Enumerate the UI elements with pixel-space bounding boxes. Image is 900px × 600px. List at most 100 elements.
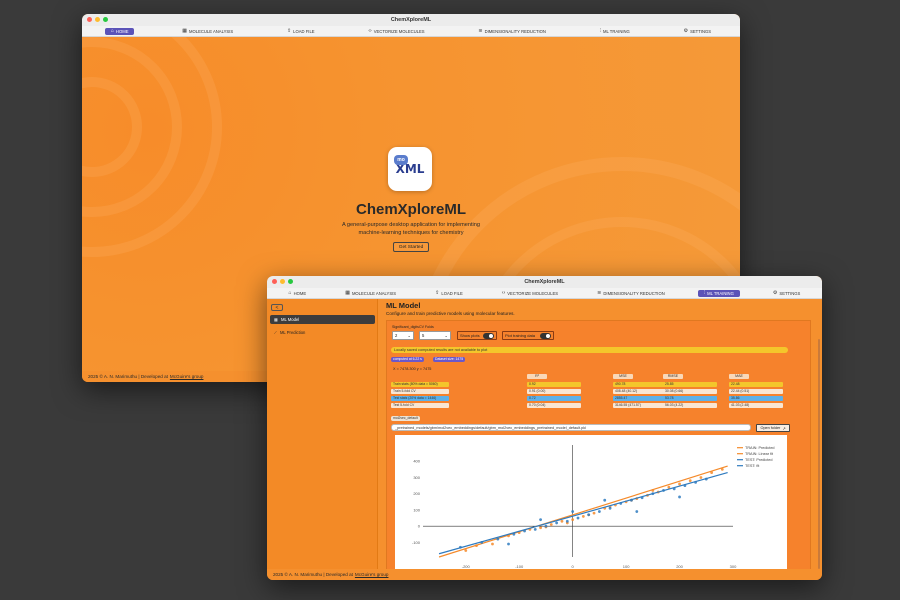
toggle-switch[interactable] [540,332,551,339]
data-point [544,524,548,528]
tab-load-file[interactable]: ⇪ LOAD FILE [429,290,469,297]
tab-load-file[interactable]: ⇪ LOAD FILE [281,28,321,35]
data-point [678,482,681,486]
model-icon: ▦ [274,317,278,322]
footer-link[interactable]: McGuire's group [170,374,204,379]
tab-label: VECTORIZE MOLECULES [373,28,425,34]
legend-label: TEST: Predicted [745,458,772,462]
legend-label: TRAIN: Predicted [745,446,775,450]
data-point [581,515,585,518]
get-started-button[interactable]: Get Started [393,242,429,252]
maximize-window-button[interactable] [288,279,293,284]
data-point [587,513,591,517]
sig-digits-select[interactable]: 2 ⌄ [392,331,414,340]
ml-window: ChemXploreML ⌂ HOME ▦ MOLECULE ANALYSIS ⇪ LOA… [267,276,822,580]
tab-molecule-analysis[interactable]: ▦ MOLECULE ANALYSIS [339,290,402,297]
toggle-switch[interactable] [483,332,494,339]
y-tick-label: 200 [413,491,420,496]
metrics-row: Test stats (20% data = 1446) 0.72 2855.47 5… [391,395,786,402]
gear-icon: ⚙ [683,27,689,34]
app-logo: mo XML [388,147,432,191]
metrics-cell: 408.48 (40.12) [613,389,667,394]
tab-ml-training[interactable]: ⫶ ML TRAINING [594,28,636,35]
metrics-cell: 490.78 [613,382,667,387]
data-point [688,479,692,483]
data-point [507,542,510,546]
show-plots-toggle[interactable]: Show plots [457,331,497,340]
footer-text: 2025 © A. N. Marimuthu | Developed at [273,572,353,577]
metrics-header: MAE [729,374,749,379]
footer-link[interactable]: McGuire's group [355,572,389,577]
metrics-row-label: Train stats (80% data = 5060) [391,382,449,387]
title-bar: ChemXploreML [82,14,740,26]
data-point [571,518,575,522]
data-point [608,506,612,510]
scatter-chart[interactable]: -200 -100 0 100 200 3004003002001000-100TRAIN… [395,435,787,569]
close-window-button[interactable] [87,17,92,22]
results-panel[interactable]: Significant_digits CV Folds 2 ⌄ 5 ⌄ Show… [386,320,811,569]
tab-bar: ⌂ HOME ▦ MOLECULE ANALYSIS ⇪ LOAD FILE ‹› VECTO… [267,288,822,299]
title-bar: ChemXploreML [267,276,822,288]
home-icon: ⌂ [110,27,114,34]
data-point [667,485,671,489]
sidebar-item-ml-prediction[interactable]: ⟋ ML Prediction [270,328,375,337]
collapse-sidebar-button[interactable]: < [271,304,283,311]
tab-ml-training[interactable]: ⫶ ML TRAINING [697,289,740,297]
model-path-field[interactable]: _pretrained_models/gbm/mol2vec_embedding… [391,424,751,431]
cv-folds-select[interactable]: 5 ⌄ [419,331,451,340]
y-tick-label: -100 [412,540,421,545]
tab-vectorize-molecules[interactable]: ‹› VECTORIZE MOLECULES [496,290,564,297]
wand-icon: ⟋ [274,330,277,335]
code-icon: ‹› [368,27,372,34]
data-point [565,519,569,523]
tagline: A general-purpose desktop application fo… [82,221,740,237]
grid-icon: ▦ [182,27,188,34]
data-point [555,521,559,525]
tab-vectorize-molecules[interactable]: ‹› VECTORIZE MOLECULES [362,28,430,35]
scrollbar[interactable] [818,339,820,569]
tagline-line: machine-learning techniques for chemistr… [358,230,464,236]
tab-settings[interactable]: ⚙ SETTINGS [767,290,806,297]
tab-dimensionality-reduction[interactable]: ≋ DIMENSIONALITY REDUCTION [591,290,671,297]
layers-icon: ≋ [478,27,483,34]
tab-label: HOME [115,28,129,34]
minimize-window-button[interactable] [95,17,100,22]
gear-icon: ⚙ [772,289,778,296]
maximize-window-button[interactable] [103,17,108,22]
app-name: ChemXploreML [355,201,466,218]
tab-home[interactable]: ⌂ HOME [283,290,313,297]
open-folder-button[interactable]: Open folder ↗ [756,424,790,432]
toggle-label: Show plots [460,333,480,338]
tab-dimensionality-reduction[interactable]: ≋ DIMENSIONALITY REDUCTION [472,28,552,35]
close-window-button[interactable] [272,279,277,284]
tab-settings[interactable]: ⚙ SETTINGS [678,28,717,35]
tab-label: LOAD FILE [293,28,315,34]
metrics-cell: 30.08 (0.66) [663,389,717,394]
tab-molecule-analysis[interactable]: ▦ MOLECULE ANALYSIS [176,28,239,35]
tab-label: MOLECULE ANALYSIS [351,290,397,296]
tab-label: SETTINGS [690,28,712,34]
tab-label: SETTINGS [779,290,801,296]
prediction-plot[interactable]: -200 -100 0 100 200 300 400 300 200 100 0 -100 TRAIN… [395,435,787,569]
plot-training-toggle[interactable]: Plot training data [502,331,554,340]
legend-label: TRAIN: Linear fit [745,452,774,456]
chevron-down-icon: ⌄ [444,333,448,338]
metrics-row-label: Test 5-fold CV [391,403,449,408]
data-point [560,519,564,523]
metrics-header: RMSE [663,374,683,379]
computed-time-badge: computed at 6.22 s [391,357,424,362]
data-point [496,537,500,541]
tab-label: DIMENSIONALITY REDUCTION [484,28,546,34]
footer-text: 2025 © A. N. Marimuthu | Developed at [88,374,168,379]
metrics-cell: 0.91 (0.00) [527,389,581,394]
layers-icon: ≋ [597,289,602,296]
metrics-cell: 56.03 (4.22) [663,403,717,408]
tab-home[interactable]: ⌂ HOME [104,27,135,35]
metrics-header: MSE [613,374,633,379]
minimize-window-button[interactable] [280,279,285,284]
y-tick-label: 300 [413,475,420,480]
sidebar-item-ml-model[interactable]: ▦ ML Model [270,315,375,324]
metrics-cell: 2855.47 [613,396,667,401]
data-point [699,476,703,479]
metrics-cell: 25.85 [663,382,717,387]
